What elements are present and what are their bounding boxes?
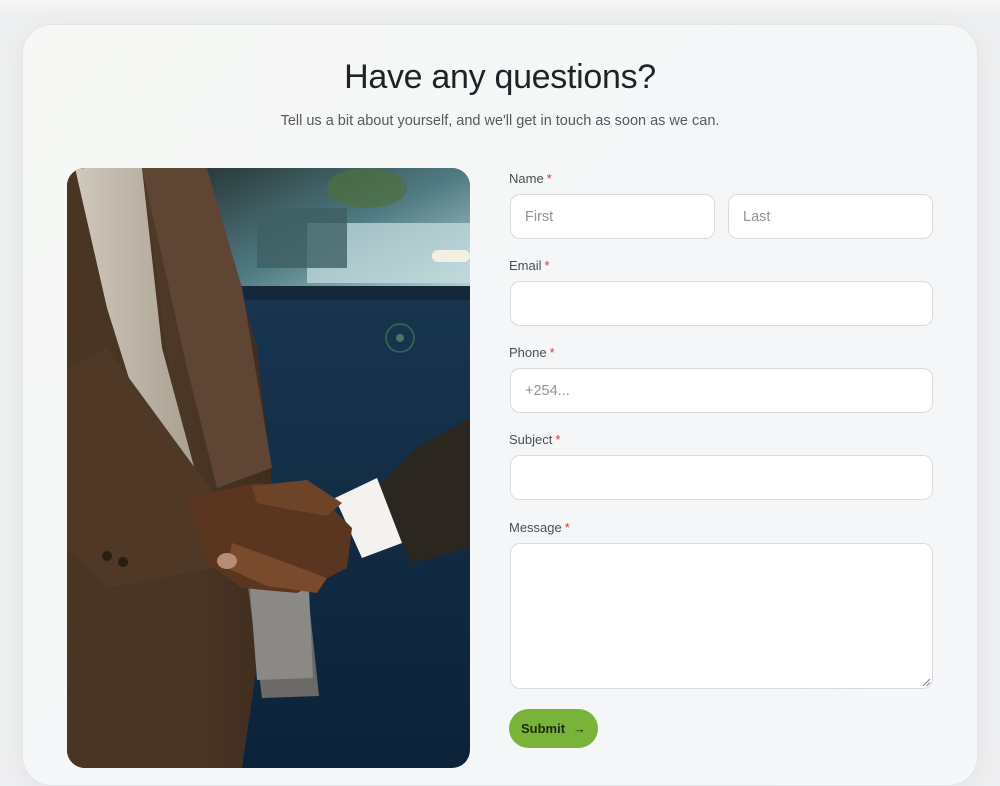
message-textarea[interactable]	[510, 543, 933, 689]
page-subtitle: Tell us a bit about yourself, and we'll …	[280, 113, 720, 129]
email-label: Email *	[509, 258, 550, 273]
resize-grip-icon[interactable]	[922, 678, 931, 687]
required-mark: *	[555, 432, 561, 447]
required-mark: *	[546, 171, 552, 186]
handshake-photo	[67, 168, 470, 768]
phone-input[interactable]	[510, 368, 933, 413]
subject-input[interactable]	[510, 455, 933, 500]
required-mark: *	[564, 520, 570, 535]
page-title: Have any questions?	[344, 58, 656, 96]
name-label: Name *	[509, 171, 552, 186]
first-name-input[interactable]	[510, 194, 715, 239]
message-label: Message *	[509, 520, 570, 535]
required-mark: *	[549, 345, 555, 360]
submit-label: Submit	[520, 721, 566, 736]
email-input[interactable]	[510, 281, 933, 326]
top-bar	[0, 0, 1000, 14]
arrow-right-icon: →	[573, 721, 587, 736]
last-name-input[interactable]	[728, 194, 933, 239]
submit-button[interactable]: Submit →	[509, 709, 598, 748]
required-mark: *	[544, 258, 550, 273]
phone-label: Phone *	[509, 345, 555, 360]
subject-label: Subject *	[509, 432, 561, 447]
